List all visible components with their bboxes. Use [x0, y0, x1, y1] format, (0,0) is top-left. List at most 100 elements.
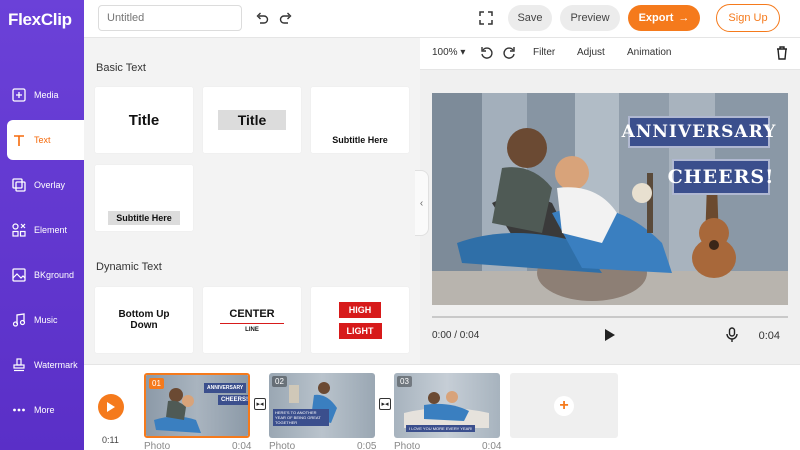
- clip-number: 02: [272, 376, 287, 387]
- video-preview[interactable]: ANNIVERSARY CHEERS!: [432, 93, 788, 305]
- arrow-right-icon: →: [678, 12, 690, 24]
- banner-cheers[interactable]: CHEERS!: [668, 159, 773, 195]
- timeline-time: 0:11: [102, 435, 119, 445]
- timeline-clip-3[interactable]: 03 I LOVE YOU MORE EVERY YEAR!: [394, 373, 500, 438]
- background-icon: [11, 267, 27, 283]
- clip-duration: 0:05: [357, 441, 377, 450]
- card-text: Down: [130, 320, 158, 331]
- top-toolbar: Save Preview Export → Sign Up: [84, 0, 800, 38]
- transition-icon: ▸◂: [256, 401, 264, 408]
- dynamic-text-heading: Dynamic Text: [96, 261, 162, 273]
- card-text: LIGHT: [338, 322, 382, 339]
- add-clip-button[interactable]: +: [510, 373, 618, 438]
- text-card-high-light[interactable]: HIGH LIGHT: [311, 287, 409, 353]
- trash-icon[interactable]: [776, 46, 788, 63]
- zoom-value: 100%: [432, 47, 458, 58]
- sidebar-item-label: Music: [34, 315, 58, 325]
- text-card-subtitle-box[interactable]: Subtitle Here: [95, 165, 193, 231]
- zoom-select[interactable]: 100% ▾: [432, 47, 465, 58]
- sidebar-item-text[interactable]: Text: [7, 120, 84, 160]
- sidebar: FlexClip Media Text Overlay Element BKgr…: [0, 0, 84, 450]
- sidebar-item-element[interactable]: Element: [0, 210, 84, 250]
- red-divider: [220, 322, 284, 324]
- chevron-down-icon: ▾: [457, 47, 466, 58]
- banner-anniversary[interactable]: ANNIVERSARY: [622, 116, 775, 148]
- sidebar-item-media[interactable]: Media: [0, 75, 84, 115]
- clip-banner: CHEERS!: [218, 395, 248, 405]
- card-text: HIGH: [338, 301, 382, 318]
- sidebar-item-label: Media: [34, 90, 59, 100]
- sidebar-item-label: BKground: [34, 270, 75, 280]
- timeline-clip-2[interactable]: 02 HERE'S TO ANOTHER YEAR OF BEING GREAT…: [269, 373, 375, 438]
- adjust-button[interactable]: Adjust: [577, 47, 605, 58]
- sidebar-item-watermark[interactable]: Watermark: [0, 345, 84, 385]
- flexclip-logo[interactable]: FlexClip: [8, 10, 72, 30]
- basic-text-heading: Basic Text: [96, 62, 146, 74]
- clip-caption: I LOVE YOU MORE EVERY YEAR!: [406, 425, 476, 432]
- undo-icon[interactable]: [254, 10, 270, 26]
- text-card-title[interactable]: Title: [95, 87, 193, 153]
- rotate-left-icon[interactable]: [480, 46, 494, 63]
- sidebar-item-label: Element: [34, 225, 68, 235]
- sign-up-button[interactable]: Sign Up: [716, 4, 780, 32]
- card-text: Subtitle Here: [108, 211, 180, 225]
- card-text: Title: [217, 110, 287, 130]
- chevron-left-icon: ‹: [419, 197, 424, 209]
- watermark-icon: [11, 357, 27, 373]
- clip-label: Photo: [269, 441, 296, 450]
- play-icon: [107, 402, 115, 412]
- total-duration: 0:04: [758, 330, 780, 342]
- export-label: Export: [638, 12, 674, 24]
- clip-number: 01: [149, 378, 164, 389]
- clip-number: 03: [397, 376, 412, 387]
- text-card-bottom-up-down[interactable]: Bottom Up Down: [95, 287, 193, 353]
- play-icon[interactable]: [604, 328, 616, 347]
- plus-icon: +: [554, 395, 574, 416]
- clip-label: Photo: [144, 441, 171, 450]
- project-title-input[interactable]: [98, 5, 242, 31]
- timeline-play-button[interactable]: [98, 394, 124, 420]
- sidebar-item-bkground[interactable]: BKground: [0, 255, 84, 295]
- clip-label: Photo: [394, 441, 421, 450]
- card-text: Subtitle Here: [332, 135, 388, 145]
- timeline-clip-1[interactable]: 01 ANNIVERSARY CHEERS!: [144, 373, 250, 438]
- card-text: CENTER: [229, 307, 275, 320]
- preview-button[interactable]: Preview: [560, 5, 620, 31]
- sidebar-item-overlay[interactable]: Overlay: [0, 165, 84, 205]
- music-icon: [11, 312, 27, 328]
- text-card-title-box[interactable]: Title: [203, 87, 301, 153]
- sidebar-item-label: More: [34, 405, 55, 415]
- text-card-center-line[interactable]: CENTER LINE: [203, 287, 301, 353]
- animation-button[interactable]: Animation: [627, 47, 671, 58]
- transition-icon: ▸◂: [381, 401, 389, 408]
- text-icon: [11, 132, 27, 148]
- clip-duration: 0:04: [482, 441, 502, 450]
- filter-button[interactable]: Filter: [533, 47, 555, 58]
- card-text: Title: [128, 111, 160, 129]
- text-card-subtitle[interactable]: Subtitle Here: [311, 87, 409, 153]
- media-icon: [11, 87, 27, 103]
- playback-progress-bar[interactable]: [432, 316, 788, 318]
- clip-duration: 0:04: [232, 441, 252, 450]
- overlay-icon: [11, 177, 27, 193]
- element-icon: [11, 222, 27, 238]
- transition-button[interactable]: ▸◂: [254, 398, 266, 410]
- clip-banner: ANNIVERSARY: [204, 383, 247, 393]
- redo-icon[interactable]: [278, 10, 294, 26]
- clip-caption: HERE'S TO ANOTHER YEAR OF BEING GREAT TO…: [273, 409, 329, 426]
- timeline: 0:11 01 ANNIVERSARY CHEERS! Photo 0:04 ▸…: [84, 364, 800, 450]
- sidebar-item-more[interactable]: More: [0, 390, 84, 430]
- microphone-icon[interactable]: [726, 327, 738, 348]
- sidebar-item-music[interactable]: Music: [0, 300, 84, 340]
- fullscreen-icon[interactable]: [478, 10, 494, 26]
- collapse-panel-button[interactable]: ‹: [415, 170, 429, 236]
- rotate-right-icon[interactable]: [502, 46, 516, 63]
- transition-button[interactable]: ▸◂: [379, 398, 391, 410]
- export-button[interactable]: Export →: [628, 5, 700, 31]
- card-text: Bottom Up: [118, 309, 170, 320]
- edit-toolbar: 100% ▾ Filter Adjust Animation: [420, 38, 800, 70]
- playback-time: 0:00 / 0:04: [432, 330, 480, 341]
- save-button[interactable]: Save: [508, 5, 552, 31]
- editor-area: 100% ▾ Filter Adjust Animation ANNIVERSA…: [420, 38, 800, 364]
- more-icon: [11, 402, 27, 418]
